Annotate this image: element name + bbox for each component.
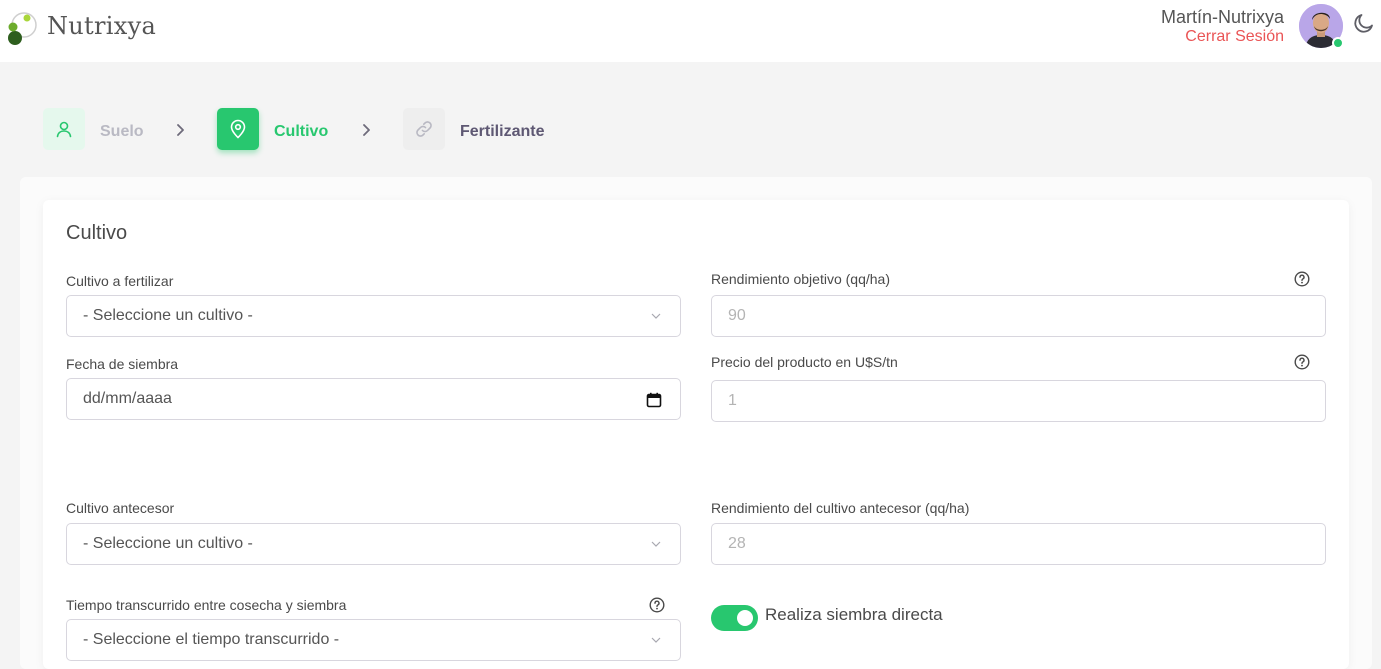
tiempo-transcurrido-label: Tiempo transcurrido entre cosecha y siem… bbox=[66, 597, 347, 613]
rendimiento-objetivo-placeholder: 90 bbox=[728, 307, 746, 324]
cultivo-antecesor-select[interactable]: - Seleccione un cultivo - bbox=[66, 523, 681, 565]
step-label-cultivo[interactable]: Cultivo bbox=[274, 123, 328, 141]
tiempo-transcurrido-value: - Seleccione el tiempo transcurrido - bbox=[83, 631, 340, 648]
siembra-directa-label[interactable]: Realiza siembra directa bbox=[765, 605, 943, 625]
fecha-siembra-label: Fecha de siembra bbox=[66, 356, 179, 372]
cultivo-antecesor-value: - Seleccione un cultivo - bbox=[83, 535, 253, 552]
chevron-right-icon bbox=[363, 124, 370, 136]
brand-name[interactable]: Nutrixya bbox=[47, 12, 156, 40]
siembra-directa-toggle[interactable] bbox=[711, 605, 758, 631]
step-suelo[interactable] bbox=[43, 108, 85, 150]
help-circle-icon[interactable] bbox=[649, 597, 665, 613]
step-fertilizante[interactable] bbox=[403, 108, 445, 150]
online-status-badge bbox=[1332, 37, 1344, 49]
chevron-down-icon bbox=[651, 541, 661, 547]
calendar-icon[interactable] bbox=[646, 392, 662, 408]
rendimiento-antecesor-input[interactable]: 28 bbox=[711, 523, 1326, 565]
nutrixya-logo-icon bbox=[8, 12, 37, 45]
precio-producto-placeholder: 1 bbox=[728, 392, 737, 409]
cultivo-fertilizar-label: Cultivo a fertilizar bbox=[66, 273, 174, 289]
chevron-down-icon bbox=[651, 637, 661, 643]
chevron-down-icon bbox=[651, 313, 661, 319]
user-icon bbox=[56, 121, 72, 138]
avatar[interactable] bbox=[1299, 4, 1344, 49]
step-label-fertilizante[interactable]: Fertilizante bbox=[460, 123, 544, 141]
rendimiento-objetivo-input[interactable]: 90 bbox=[711, 295, 1326, 337]
help-circle-icon[interactable] bbox=[1294, 354, 1310, 370]
cultivo-fertilizar-select[interactable]: - Seleccione un cultivo - bbox=[66, 295, 681, 337]
rendimiento-antecesor-label: Rendimiento del cultivo antecesor (qq/ha… bbox=[711, 500, 970, 516]
page-title: Cultivo bbox=[66, 222, 128, 244]
chevron-right-icon bbox=[177, 124, 184, 136]
user-name: Martín-Nutrixya bbox=[1160, 7, 1284, 27]
rendimiento-antecesor-placeholder: 28 bbox=[728, 535, 746, 552]
logout-link[interactable]: Cerrar Sesión bbox=[1185, 28, 1284, 46]
fecha-siembra-input[interactable]: dd/mm/aaaa bbox=[66, 378, 681, 420]
cultivo-antecesor-label: Cultivo antecesor bbox=[66, 500, 175, 516]
moon-icon[interactable] bbox=[1352, 11, 1376, 35]
precio-producto-label: Precio del producto en U$S/tn bbox=[711, 354, 898, 370]
fecha-siembra-value: dd/mm/aaaa bbox=[83, 390, 172, 407]
precio-producto-input[interactable]: 1 bbox=[711, 380, 1326, 422]
link-icon bbox=[416, 121, 432, 137]
top-navbar: Nutrixya Martín-Nutrixya Cerrar Sesión bbox=[0, 0, 1381, 62]
cultivo-fertilizar-value: - Seleccione un cultivo - bbox=[83, 307, 253, 324]
step-cultivo[interactable] bbox=[217, 108, 259, 150]
tiempo-transcurrido-select[interactable]: - Seleccione el tiempo transcurrido - bbox=[66, 619, 681, 661]
map-pin-icon bbox=[230, 119, 246, 139]
rendimiento-objetivo-label: Rendimiento objetivo (qq/ha) bbox=[711, 271, 890, 287]
toggle-knob bbox=[737, 610, 753, 626]
help-circle-icon[interactable] bbox=[1294, 271, 1310, 287]
step-label-suelo[interactable]: Suelo bbox=[100, 123, 144, 141]
